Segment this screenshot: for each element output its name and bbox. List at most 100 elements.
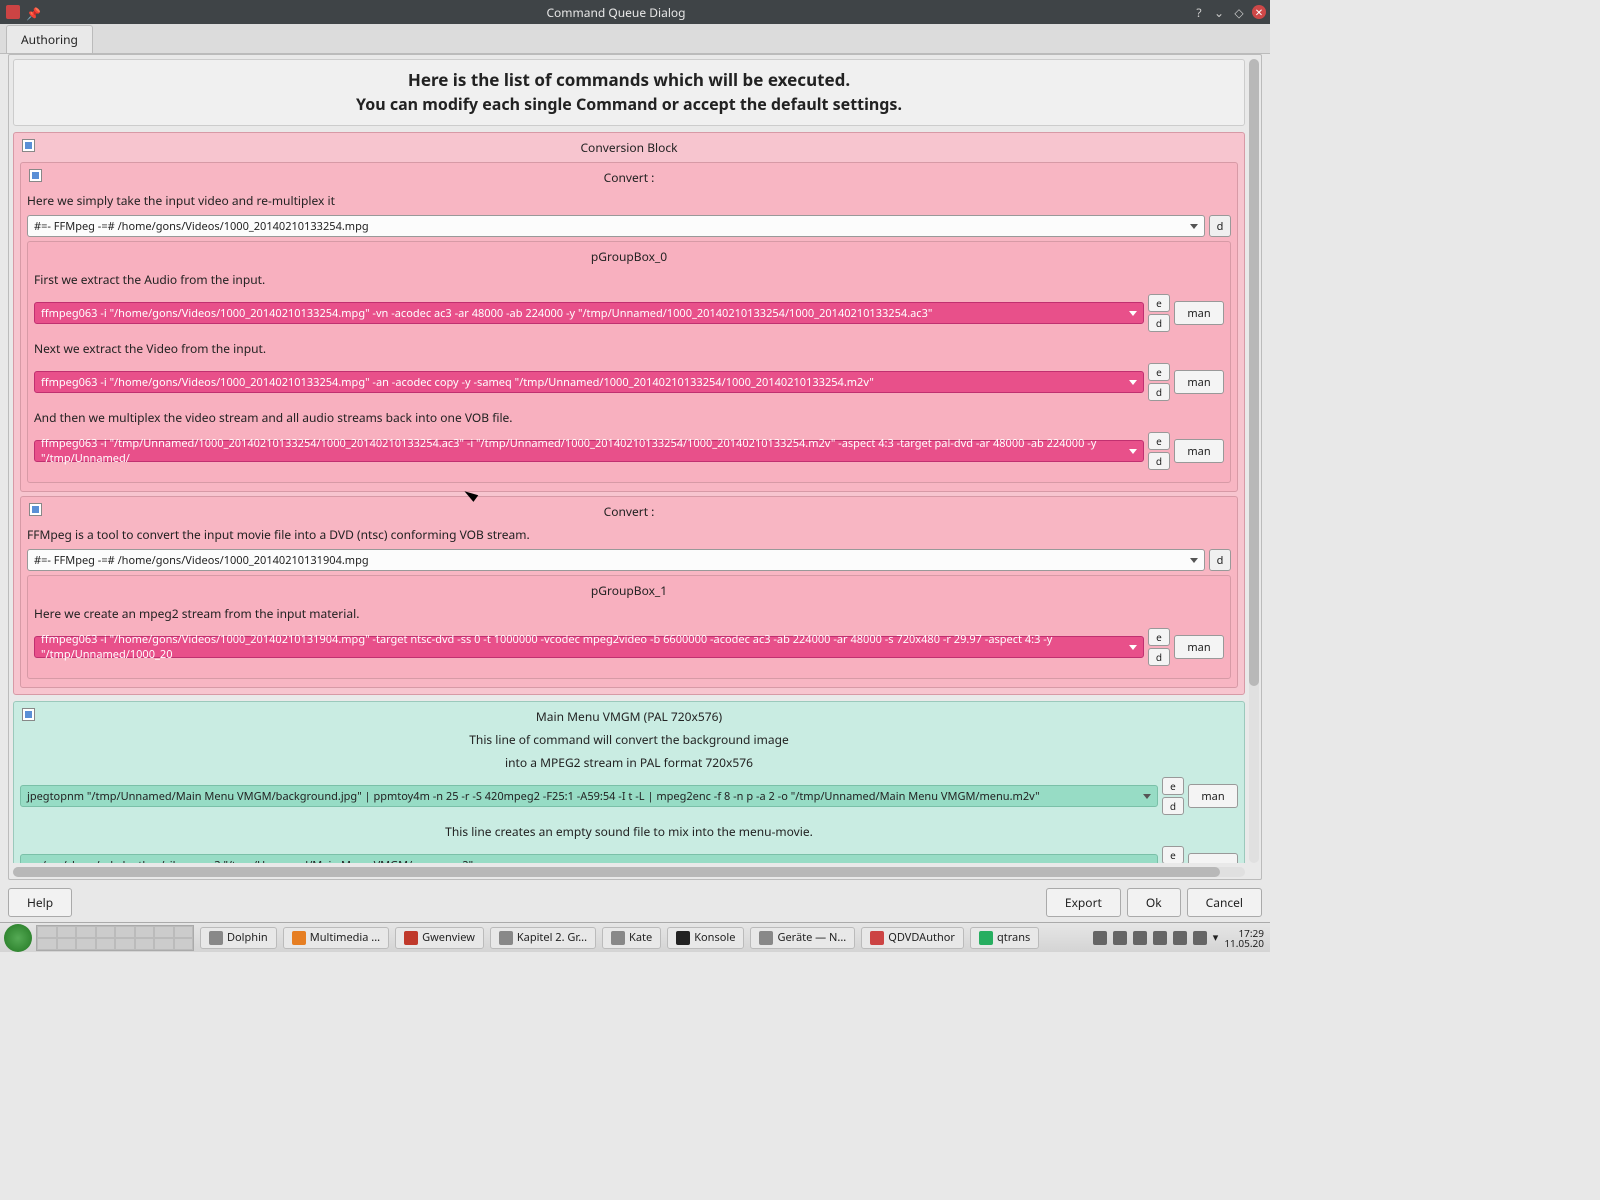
conv2-cmd1-combo[interactable]: ffmpeg063 -i "/home/gons/Videos/1000_201… xyxy=(34,636,1144,658)
convert1-checkbox[interactable] xyxy=(29,169,42,182)
conv2-cmd1-man-button[interactable]: man xyxy=(1174,635,1224,659)
konsole-icon xyxy=(676,931,690,945)
pgroupbox0-title: pGroupBox_0 xyxy=(34,246,1224,267)
desktop-pager[interactable] xyxy=(36,925,194,951)
cmd1-combo[interactable]: ffmpeg063 -i "/home/gons/Videos/1000_201… xyxy=(34,302,1144,324)
cmd1-e-button[interactable]: e xyxy=(1148,294,1170,312)
menu-cmd1-d-button[interactable]: d xyxy=(1162,797,1184,815)
cmd2-combo[interactable]: ffmpeg063 -i "/home/gons/Videos/1000_201… xyxy=(34,371,1144,393)
help-icon[interactable]: ? xyxy=(1192,5,1206,19)
window-title: Command Queue Dialog xyxy=(40,4,1192,21)
conv2-cmd1-e-button[interactable]: e xyxy=(1148,628,1170,646)
task-gwenview[interactable]: Gwenview xyxy=(395,927,484,949)
cmd3-e-button[interactable]: e xyxy=(1148,432,1170,450)
header-line1: Here is the list of commands which will … xyxy=(14,68,1244,91)
tray-icon[interactable] xyxy=(1153,931,1167,945)
cmd3-combo[interactable]: ffmpeg063 -i "/tmp/Unnamed/1000_20140210… xyxy=(34,440,1144,462)
taskbar: Dolphin Multimedia ... Gwenview Kapitel … xyxy=(0,922,1270,952)
cmd3-d-button[interactable]: d xyxy=(1148,452,1170,470)
tray-expand-icon[interactable]: ▾ xyxy=(1213,930,1219,945)
menu-cmd1-man-button[interactable]: man xyxy=(1188,784,1238,808)
pin-icon[interactable]: 📌 xyxy=(26,5,40,19)
step3-desc: And then we multiplex the video stream a… xyxy=(34,405,1224,432)
qtrans-icon xyxy=(979,931,993,945)
cmd2-d-button[interactable]: d xyxy=(1148,383,1170,401)
tab-authoring[interactable]: Authoring xyxy=(6,25,93,53)
qdvd-icon xyxy=(870,931,884,945)
header-line2: You can modify each single Command or ac… xyxy=(14,93,1244,115)
help-button[interactable]: Help xyxy=(8,888,72,917)
dialog-footer: Help Export Ok Cancel xyxy=(8,884,1262,920)
app-icon xyxy=(6,5,20,19)
cmd2-man-button[interactable]: man xyxy=(1174,370,1224,394)
cancel-button[interactable]: Cancel xyxy=(1187,888,1262,917)
maximize-icon[interactable]: ◇ xyxy=(1232,5,1246,19)
conversion-block-checkbox[interactable] xyxy=(22,139,35,152)
task-multimedia[interactable]: Multimedia ... xyxy=(283,927,389,949)
pgroupbox-0: pGroupBox_0 First we extract the Audio f… xyxy=(27,241,1231,483)
chrome-icon xyxy=(499,931,513,945)
convert1-d-button[interactable]: d xyxy=(1209,215,1231,237)
menu-desc1a: This line of command will convert the ba… xyxy=(20,727,1238,754)
menu-cmd2-man-button[interactable]: man xyxy=(1188,853,1238,863)
convert2-desc: FFMpeg is a tool to convert the input mo… xyxy=(27,522,1231,549)
cmd2-e-button[interactable]: e xyxy=(1148,363,1170,381)
horizontal-scrollbar[interactable] xyxy=(13,867,1245,877)
convert2-checkbox[interactable] xyxy=(29,503,42,516)
pgroupbox-1: pGroupBox_1 Here we create an mpeg2 stre… xyxy=(27,575,1231,679)
cmd1-man-button[interactable]: man xyxy=(1174,301,1224,325)
tray-icon[interactable] xyxy=(1193,931,1207,945)
system-tray: ▾ 17:29 11.05.20 xyxy=(1093,928,1270,948)
task-dolphin[interactable]: Dolphin xyxy=(200,927,277,949)
task-kapitel[interactable]: Kapitel 2. Gr... xyxy=(490,927,596,949)
menu-cmd2-combo[interactable]: cp /usr/share/qdvdauthor/silence.ac3 "/t… xyxy=(20,854,1158,863)
minimize-icon[interactable]: ⌄ xyxy=(1212,5,1226,19)
convert1-title: Convert : xyxy=(27,167,1231,188)
task-geraete[interactable]: Geräte — N... xyxy=(750,927,855,949)
menu-desc2: This line creates an empty sound file to… xyxy=(20,819,1238,846)
convert2-d-button[interactable]: d xyxy=(1209,549,1231,571)
kate-icon xyxy=(611,931,625,945)
menu-block: Main Menu VMGM (PAL 720x576) This line o… xyxy=(13,701,1245,863)
header-message: Here is the list of commands which will … xyxy=(13,59,1245,126)
conversion-block-title: Conversion Block xyxy=(20,137,1238,158)
menu-cmd1-e-button[interactable]: e xyxy=(1162,777,1184,795)
gwenview-icon xyxy=(404,931,418,945)
convert-block-1: Convert : Here we simply take the input … xyxy=(20,162,1238,492)
task-kate[interactable]: Kate xyxy=(602,927,661,949)
vertical-scrollbar[interactable] xyxy=(1249,59,1259,863)
step1-desc: First we extract the Audio from the inpu… xyxy=(34,267,1224,294)
menu-cmd2-e-button[interactable]: e xyxy=(1162,846,1184,863)
cmd3-man-button[interactable]: man xyxy=(1174,439,1224,463)
conv2-cmd1-d-button[interactable]: d xyxy=(1148,648,1170,666)
task-qtrans[interactable]: qtrans xyxy=(970,927,1039,949)
clock[interactable]: 17:29 11.05.20 xyxy=(1224,928,1264,948)
conversion-block: Conversion Block Convert : Here we simpl… xyxy=(13,132,1245,695)
dolphin-icon xyxy=(209,931,223,945)
menu-block-checkbox[interactable] xyxy=(22,708,35,721)
convert1-desc: Here we simply take the input video and … xyxy=(27,188,1231,215)
task-konsole[interactable]: Konsole xyxy=(667,927,744,949)
content-area: Here is the list of commands which will … xyxy=(8,54,1262,880)
export-button[interactable]: Export xyxy=(1046,888,1121,917)
task-qdvdauthor[interactable]: QDVDAuthor xyxy=(861,927,964,949)
tray-icon[interactable] xyxy=(1173,931,1187,945)
close-icon[interactable]: ✕ xyxy=(1252,5,1266,19)
tray-icon[interactable] xyxy=(1113,931,1127,945)
conv2-step1-desc: Here we create an mpeg2 stream from the … xyxy=(34,601,1224,628)
convert2-tool-combo[interactable]: #=- FFMpeg -=# /home/gons/Videos/1000_20… xyxy=(27,549,1205,571)
step2-desc: Next we extract the Video from the input… xyxy=(34,336,1224,363)
menu-desc1b: into a MPEG2 stream in PAL format 720x57… xyxy=(20,754,1238,777)
tray-icon[interactable] xyxy=(1093,931,1107,945)
firefox-icon xyxy=(292,931,306,945)
convert-block-2: Convert : FFMpeg is a tool to convert th… xyxy=(20,496,1238,688)
ok-button[interactable]: Ok xyxy=(1127,888,1181,917)
device-icon xyxy=(759,931,773,945)
menu-cmd1-combo[interactable]: jpegtopnm "/tmp/Unnamed/Main Menu VMGM/b… xyxy=(20,785,1158,807)
tray-icon[interactable] xyxy=(1133,931,1147,945)
start-button[interactable] xyxy=(4,924,32,952)
titlebar: 📌 Command Queue Dialog ? ⌄ ◇ ✕ xyxy=(0,0,1270,24)
cmd1-d-button[interactable]: d xyxy=(1148,314,1170,332)
tab-strip: Authoring xyxy=(0,24,1270,54)
convert1-tool-combo[interactable]: #=- FFMpeg -=# /home/gons/Videos/1000_20… xyxy=(27,215,1205,237)
